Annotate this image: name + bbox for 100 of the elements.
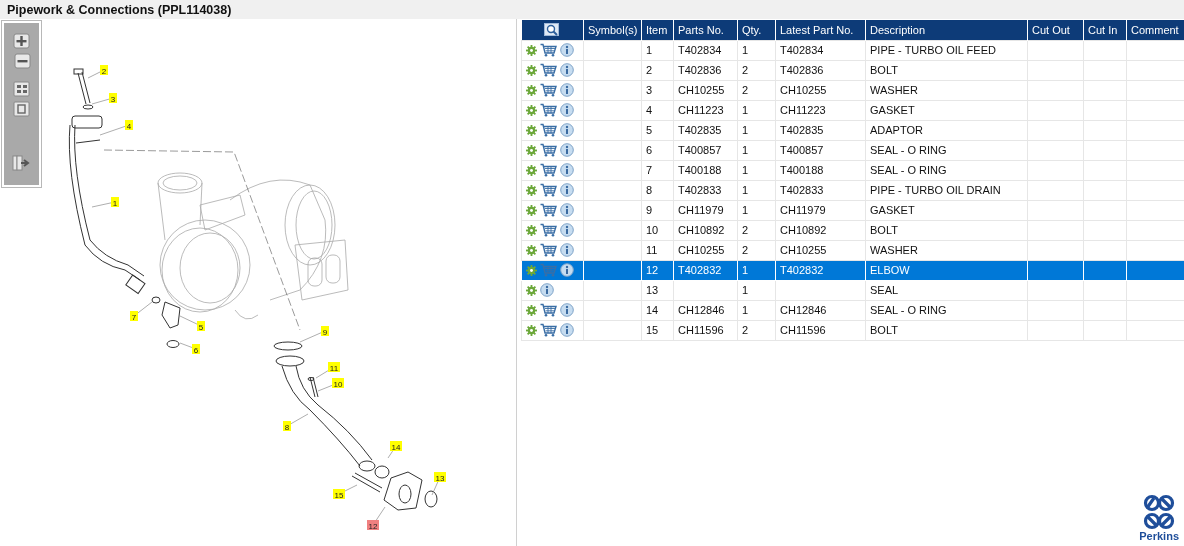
cart-icon[interactable] [540, 43, 557, 58]
table-row[interactable]: 6 T400857 1 T400857 SEAL - O RING [521, 140, 1184, 160]
info-icon[interactable] [560, 323, 574, 338]
table-row[interactable]: 4 CH11223 1 CH11223 GASKET [521, 100, 1184, 120]
table-row[interactable]: 9 CH11979 1 CH11979 GASKET [521, 200, 1184, 220]
gear-icon[interactable] [526, 264, 537, 276]
callout-label[interactable]: 7 [130, 311, 138, 322]
column-header[interactable]: Qty. [737, 20, 776, 40]
table-cell: 1 [742, 304, 749, 316]
callout-label[interactable]: 3 [109, 93, 117, 104]
table-row[interactable]: 7 T400188 1 T400188 SEAL - O RING [521, 160, 1184, 180]
gear-icon[interactable] [526, 124, 537, 136]
info-icon[interactable] [560, 103, 574, 118]
cart-icon[interactable] [540, 83, 557, 98]
gear-icon[interactable] [526, 84, 537, 96]
info-icon[interactable] [560, 263, 574, 278]
column-header[interactable]: Symbol(s) [583, 20, 642, 40]
info-icon[interactable] [560, 83, 574, 98]
callout-label[interactable]: 15 [333, 489, 345, 500]
cart-icon[interactable] [540, 203, 557, 218]
table-row[interactable]: 2 T402836 2 T402836 BOLT [521, 60, 1184, 80]
callout-label[interactable]: 12 [367, 520, 379, 531]
gear-icon[interactable] [526, 184, 537, 196]
column-header[interactable]: Description [865, 20, 1028, 40]
callout-label[interactable]: 14 [390, 441, 402, 452]
callout-label[interactable]: 9 [321, 326, 329, 337]
gear-icon[interactable] [526, 324, 537, 336]
table-cell: 1 [742, 184, 749, 196]
table-row[interactable]: 5 T402835 1 T402835 ADAPTOR [521, 120, 1184, 140]
table-cell: CH10255 [678, 84, 725, 96]
info-icon[interactable] [560, 203, 574, 218]
table-cell: T402835 [780, 124, 824, 136]
cart-icon[interactable] [540, 183, 557, 198]
callout-label[interactable]: 8 [283, 421, 291, 432]
gear-icon[interactable] [526, 224, 537, 236]
info-icon[interactable] [560, 183, 574, 198]
column-header[interactable]: Cut In [1083, 20, 1127, 40]
gear-icon[interactable] [526, 144, 537, 156]
gear-icon[interactable] [526, 104, 537, 116]
callout-label[interactable]: 6 [192, 344, 200, 355]
zoom-in-icon[interactable] [12, 33, 31, 49]
callout-label[interactable]: 10 [332, 378, 344, 389]
cart-icon[interactable] [540, 63, 557, 78]
info-icon[interactable] [540, 283, 554, 298]
callout-label[interactable]: 1 [111, 197, 119, 208]
gear-icon[interactable] [526, 284, 537, 296]
callout-label[interactable]: 11 [328, 362, 340, 373]
column-header[interactable]: Latest Part No. [775, 20, 866, 40]
cart-icon[interactable] [540, 103, 557, 118]
gear-icon[interactable] [526, 204, 537, 216]
cart-icon[interactable] [540, 223, 557, 238]
table-cell: CH11979 [678, 204, 724, 216]
gear-icon[interactable] [526, 44, 537, 56]
gear-icon[interactable] [526, 244, 537, 256]
column-header[interactable]: Comment [1126, 20, 1184, 40]
table-row[interactable]: 10 CH10892 2 CH10892 BOLT [521, 220, 1184, 240]
table-cell: T402834 [678, 44, 722, 56]
table-cell: CH11223 [780, 104, 826, 116]
callout-label[interactable]: 2 [100, 65, 108, 76]
table-cell: T400857 [780, 144, 824, 156]
table-cell: 1 [742, 124, 749, 136]
table-row[interactable]: 8 T402833 1 T402833 PIPE - TURBO OIL DRAIN [521, 180, 1184, 200]
export-icon[interactable] [11, 155, 32, 171]
column-header[interactable]: Cut Out [1027, 20, 1084, 40]
info-icon[interactable] [560, 223, 574, 238]
info-icon[interactable] [560, 63, 574, 78]
table-row[interactable]: 13 1 SEAL [521, 280, 1184, 300]
cart-icon[interactable] [540, 323, 557, 338]
gear-icon[interactable] [526, 164, 537, 176]
callout-label[interactable]: 5 [197, 321, 205, 332]
table-row[interactable]: 15 CH11596 2 CH11596 BOLT [521, 320, 1184, 340]
table-cell: 1 [742, 284, 749, 296]
zoom-out-icon[interactable] [12, 53, 31, 69]
info-icon[interactable] [560, 163, 574, 178]
column-header[interactable]: Item [641, 20, 674, 40]
column-header[interactable]: Parts No. [673, 20, 738, 40]
info-icon[interactable] [560, 123, 574, 138]
cart-icon[interactable] [540, 123, 557, 138]
table-row[interactable]: 14 CH12846 1 CH12846 SEAL - O RING [521, 300, 1184, 320]
square-icon[interactable] [12, 101, 31, 117]
info-icon[interactable] [560, 303, 574, 318]
gear-icon[interactable] [526, 64, 537, 76]
table-cell: CH12846 [678, 304, 725, 316]
fit-grid-icon[interactable] [12, 81, 31, 97]
info-icon[interactable] [560, 43, 574, 58]
table-row[interactable]: 12 T402832 1 T402832 ELBOW [521, 260, 1184, 280]
search-icon[interactable] [544, 22, 561, 37]
cart-icon[interactable] [540, 243, 557, 258]
cart-icon[interactable] [540, 303, 557, 318]
callout-label[interactable]: 4 [125, 120, 133, 131]
cart-icon[interactable] [540, 163, 557, 178]
info-icon[interactable] [560, 143, 574, 158]
table-cell: 13 [646, 284, 659, 296]
cart-icon[interactable] [540, 143, 557, 158]
table-row[interactable]: 11 CH10255 2 CH10255 WASHER [521, 240, 1184, 260]
info-icon[interactable] [560, 243, 574, 258]
table-row[interactable]: 1 T402834 1 T402834 PIPE - TURBO OIL FEED [521, 40, 1184, 60]
gear-icon[interactable] [526, 304, 537, 316]
table-row[interactable]: 3 CH10255 2 CH10255 WASHER [521, 80, 1184, 100]
callout-label[interactable]: 13 [434, 472, 446, 483]
